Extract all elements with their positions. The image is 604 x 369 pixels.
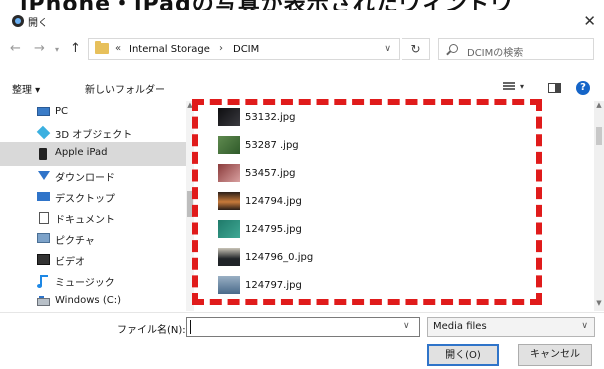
scroll-up-icon[interactable]: ▲: [186, 101, 194, 109]
file-name: 53457.jpg: [245, 168, 296, 179]
close-button[interactable]: ✕: [583, 12, 596, 30]
file-name: 124795.jpg: [245, 224, 302, 235]
file-item[interactable]: 53457.jpg: [210, 162, 510, 188]
breadcrumb-internal-storage[interactable]: Internal Storage: [129, 44, 210, 55]
up-arrow-icon[interactable]: ↑: [70, 41, 81, 56]
music-icon: [37, 275, 48, 288]
sidebar-item-label: 3D オブジェクト: [55, 130, 133, 141]
videos-icon: [37, 254, 50, 265]
image-thumbnail: [218, 276, 240, 294]
sidebar-item-label: ドキュメント: [55, 215, 115, 226]
sidebar-item-label: Windows (C:): [55, 295, 121, 306]
scrollbar-thumb[interactable]: [187, 191, 193, 217]
download-icon: [38, 171, 50, 180]
image-thumbnail: [218, 136, 240, 154]
app-icon: [12, 15, 24, 27]
sidebar-item-label: ピクチャ: [55, 236, 95, 247]
drive-icon: [37, 296, 50, 306]
sidebar-item-windows-c[interactable]: Windows (C:): [0, 290, 186, 311]
image-thumbnail: [218, 164, 240, 182]
file-list: 53132.jpg 53287 .jpg 53457.jpg 124794.jp…: [210, 106, 520, 306]
breadcrumb-separator-icon: ›: [219, 43, 223, 54]
search-box[interactable]: DCIMの検索: [438, 38, 594, 60]
filename-input[interactable]: [186, 317, 420, 337]
address-dropdown-icon[interactable]: ∨: [384, 44, 391, 54]
title-bar: 開く ✕: [0, 10, 604, 32]
back-arrow-icon[interactable]: ←: [10, 41, 21, 56]
sidebar-item-label: Apple iPad: [55, 147, 108, 158]
file-item[interactable]: 53287 .jpg: [210, 134, 510, 160]
file-name: 53132.jpg: [245, 112, 296, 123]
file-type-select[interactable]: Media files ∨: [427, 317, 595, 337]
file-list-scrollbar[interactable]: ▲ ▼: [594, 101, 604, 311]
forward-arrow-icon[interactable]: →: [34, 41, 45, 56]
breadcrumb-dcim[interactable]: DCIM: [233, 44, 259, 55]
file-item[interactable]: 124796_0.jpg: [210, 246, 510, 272]
sidebar-item-label: デスクトップ: [55, 194, 115, 205]
file-item[interactable]: 124797.jpg: [210, 274, 510, 300]
scroll-up-icon[interactable]: ▲: [594, 101, 604, 109]
cancel-button[interactable]: キャンセル: [518, 344, 592, 366]
refresh-button[interactable]: ↻: [402, 38, 430, 60]
file-name: 124797.jpg: [245, 280, 302, 291]
folder-icon: [95, 41, 109, 54]
file-item[interactable]: 124795.jpg: [210, 218, 510, 244]
help-icon[interactable]: ?: [576, 81, 590, 95]
image-thumbnail: [218, 248, 240, 266]
sidebar-item-label: PC: [55, 106, 69, 117]
documents-icon: [39, 212, 49, 224]
image-thumbnail: [218, 220, 240, 238]
navigation-pane-scrollbar[interactable]: ▲: [186, 101, 194, 311]
image-thumbnail: [218, 108, 240, 126]
command-toolbar: 整理 ▾ 新しいフォルダー ▾ ?: [0, 78, 604, 98]
scroll-down-icon[interactable]: ▼: [594, 299, 604, 307]
banner-text: iPhone・iPadの写真が表示されたウィンドウ: [20, 0, 514, 10]
recent-locations-chevron-icon[interactable]: ▾: [55, 45, 59, 54]
sidebar-item-label: ダウンロード: [55, 173, 115, 184]
file-name: 124794.jpg: [245, 196, 302, 207]
filename-label: ファイル名(N):: [117, 325, 186, 336]
pc-icon: [37, 107, 50, 116]
view-options-dropdown[interactable]: ▾: [520, 82, 524, 91]
desktop-icon: [37, 192, 50, 201]
preview-pane-icon[interactable]: [548, 83, 561, 93]
search-placeholder: DCIMの検索: [467, 48, 524, 59]
file-type-value: Media files: [433, 321, 487, 332]
filename-dropdown-icon[interactable]: ∨: [403, 321, 410, 331]
ipad-icon: [39, 148, 47, 160]
sidebar-item-label: ミュージック: [55, 278, 115, 289]
sidebar-item-label: ビデオ: [55, 257, 85, 268]
scrollbar-thumb[interactable]: [596, 127, 602, 145]
window-title: 開く: [28, 18, 48, 29]
chevron-down-icon: ∨: [581, 321, 588, 331]
sidebar-item-apple-ipad[interactable]: Apple iPad: [0, 142, 186, 166]
pictures-icon: [37, 233, 50, 243]
text-cursor: [190, 320, 191, 334]
image-thumbnail: [218, 192, 240, 210]
file-name: 53287 .jpg: [245, 140, 299, 151]
new-folder-button[interactable]: 新しいフォルダー: [85, 81, 165, 96]
bottom-divider: [0, 312, 604, 313]
file-item[interactable]: 53132.jpg: [210, 106, 510, 132]
search-icon: [449, 44, 458, 53]
path-overflow-icon[interactable]: «: [115, 43, 121, 54]
address-bar[interactable]: « Internal Storage › DCIM ∨: [88, 38, 400, 60]
cropped-banner: iPhone・iPadの写真が表示されたウィンドウ: [0, 0, 604, 10]
view-options-icon[interactable]: [503, 82, 515, 93]
file-name: 124796_0.jpg: [245, 252, 314, 263]
3d-objects-icon: [36, 125, 51, 140]
organize-button[interactable]: 整理 ▾: [12, 81, 40, 96]
navigation-pane: PC 3D オブジェクト Apple iPad ダウンロード デスクトップ ドキ…: [0, 101, 186, 311]
file-item[interactable]: 124794.jpg: [210, 190, 510, 216]
navigation-bar: ← → ▾ ↑ « Internal Storage › DCIM ∨ ↻ DC…: [0, 34, 604, 64]
open-button[interactable]: 開く(O): [427, 344, 499, 366]
